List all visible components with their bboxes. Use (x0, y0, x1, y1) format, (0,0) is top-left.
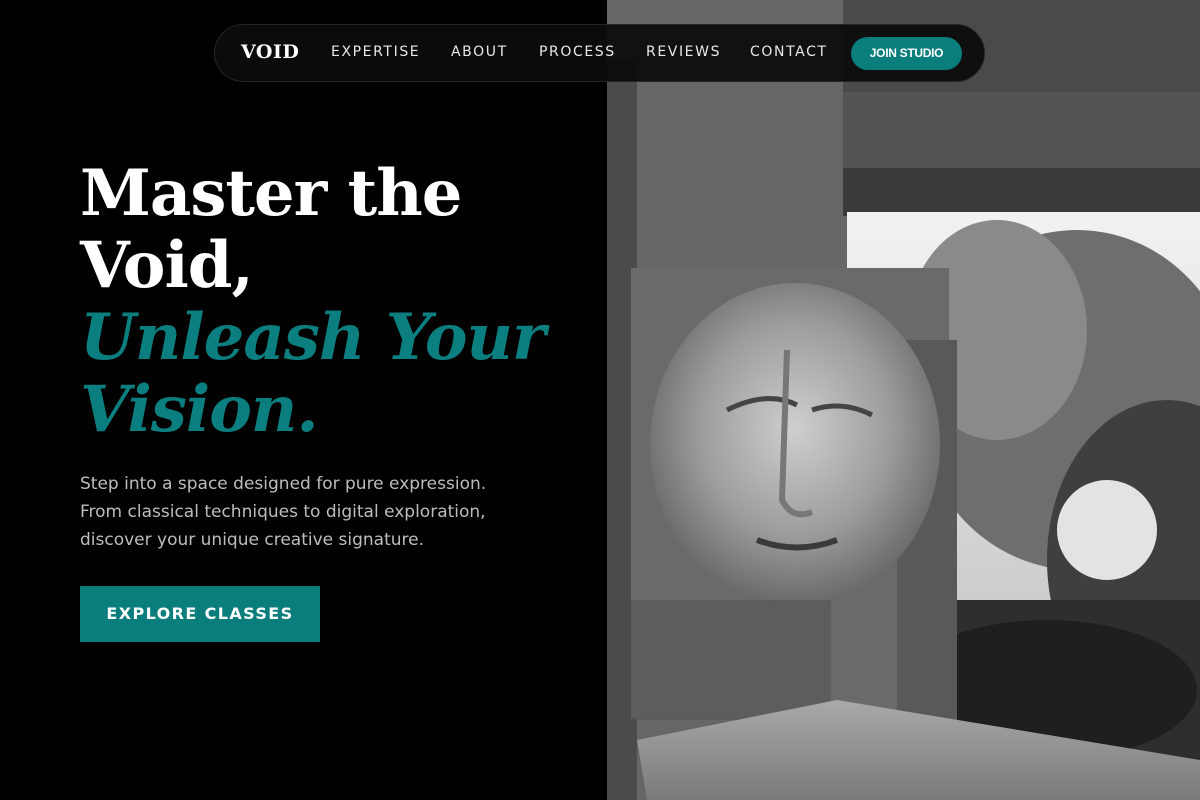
hero-accent-line-1: Unleash Your (80, 300, 546, 375)
main-nav: VOID EXPERTISE ABOUT PROCESS REVIEWS CON… (214, 24, 985, 82)
hero-title-line-2: Void, (80, 228, 254, 303)
join-studio-button[interactable]: JOIN STUDIO (851, 37, 962, 70)
hero-title: Master the Void, Unleash Your Vision. (80, 158, 600, 446)
hero-description: Step into a space designed for pure expr… (80, 470, 520, 554)
hero-photo (607, 0, 1200, 800)
hero-accent-line-2: Vision. (80, 372, 319, 447)
hero-description-line-2: From classical techniques to digital exp… (80, 502, 486, 522)
hero-description-line-1: Step into a space designed for pure expr… (80, 474, 487, 494)
hero-title-line-1: Master the (80, 156, 462, 231)
explore-classes-button[interactable]: EXPLORE CLASSES (80, 586, 320, 642)
nav-link-reviews[interactable]: REVIEWS (646, 44, 721, 60)
brand-logo[interactable]: VOID (241, 41, 299, 63)
nav-link-expertise[interactable]: EXPERTISE (331, 44, 420, 60)
nav-link-process[interactable]: PROCESS (539, 44, 616, 60)
nav-link-contact[interactable]: CONTACT (750, 44, 828, 60)
hero-description-line-3: discover your unique creative signature. (80, 530, 424, 550)
nav-link-about[interactable]: ABOUT (451, 44, 508, 60)
